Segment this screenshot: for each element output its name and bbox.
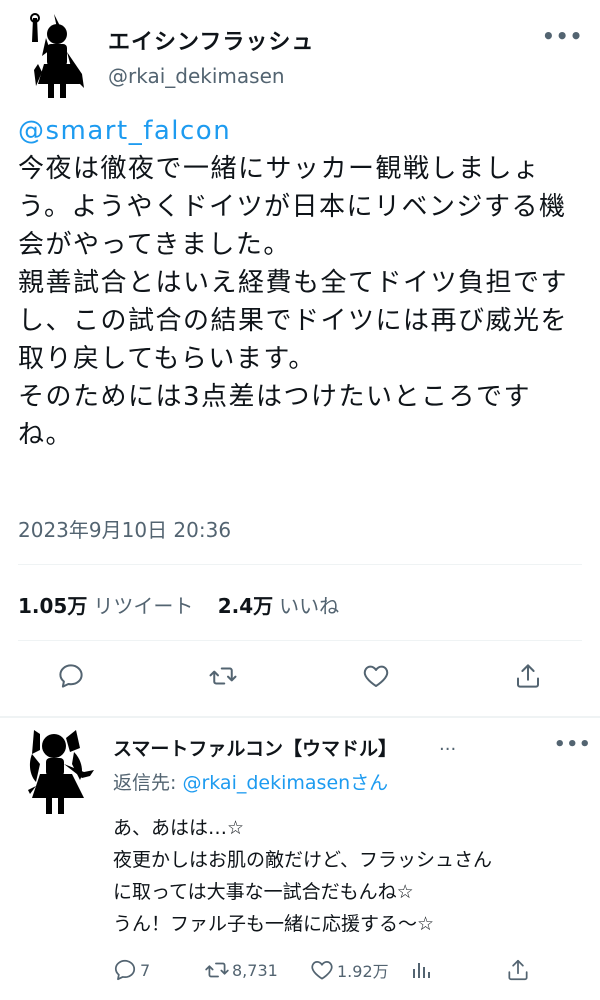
replying-to: 返信先: @rkai_dekimasenさん [113,768,388,795]
retweet-label[interactable]: リツイート [93,594,193,618]
reply-avatar[interactable] [24,724,98,816]
tweet-text: @smart_falcon 今夜は徹夜で一緒にサッカー観戦しましょ う。ようやく… [18,112,588,454]
reply-like-button[interactable]: 1.92万 [309,954,389,986]
like-count: 1.92万 [337,962,389,981]
divider [18,640,582,641]
tweet-line: そのためには3点差はつけたいところです [18,382,532,412]
like-icon [311,961,333,980]
avatar-silhouette-icon [30,13,84,98]
reply-icon [114,959,136,981]
share-button[interactable] [508,656,548,696]
like-count[interactable]: 2.4万 [218,594,273,618]
retweet-count[interactable]: 1.05万 [18,594,87,618]
reply-tweet[interactable]: スマートファルコン【ウマドル】 ... ••• 返信先: @rkai_dekim… [0,718,600,1000]
mention-link[interactable]: @smart_falcon [18,112,588,150]
tweet-line: 会がやってきました。 [18,230,291,260]
share-icon [517,664,539,688]
like-label[interactable]: いいね [279,594,339,618]
reply-button[interactable] [51,656,91,696]
analytics-button[interactable] [409,954,433,986]
reply-retweet-button[interactable]: 8,731 [204,954,278,986]
retweet-icon [209,667,237,685]
reply-actions: 7 8,731 1.92万 [0,954,600,990]
like-icon [363,665,389,687]
avatar-silhouette-icon [28,730,94,814]
replying-to-suffix: さん [350,772,389,794]
tweet-line: 親善試合とはいえ経費も全てドイツ負担です [18,268,569,298]
analytics-icon [413,963,430,978]
reply-text: あ、あはは…☆ 夜更かしはお肌の敵だけど、フラッシュさん に取っては大事な一試合… [113,812,583,940]
like-button[interactable] [356,656,396,696]
reply-line: 夜更かしはお肌の敵だけど、フラッシュさん [113,849,493,871]
reply-more-options-button[interactable]: ••• [554,734,592,755]
user-handle[interactable]: @rkai_dekimasen [108,64,285,88]
reply-line: あ、あはは…☆ [113,817,245,839]
tweet-line: 取り戻してもらいます。 [18,344,316,374]
retweet-icon [205,962,229,978]
tweet-line: ね。 [18,420,74,450]
replying-to-handle[interactable]: @rkai_dekimasen [182,772,350,794]
reply-display-name[interactable]: スマートファルコン【ウマドル】 [113,734,397,761]
reply-icon [59,664,83,688]
name-truncation: ... [439,734,457,755]
display-name[interactable]: エイシンフラッシュ [108,24,314,56]
tweet-stats: 1.05万 リツイート 2.4万 いいね [18,590,357,619]
retweet-count: 8,731 [232,960,278,980]
replying-to-prefix: 返信先: [113,772,183,794]
retweet-button[interactable] [203,656,243,696]
reply-line: に取っては大事な一試合だもんね☆ [113,881,414,903]
reply-share-button[interactable] [505,954,531,986]
reply-line: うん！ファル子も一緒に応援する〜☆ [113,913,435,935]
reply-reply-button[interactable]: 7 [112,954,150,986]
tweet-line: 今夜は徹夜で一緒にサッカー観戦しましょ [18,154,541,184]
reply-count: 7 [140,960,151,980]
tweet-line: う。ようやくドイツが日本にリベンジする機 [18,192,567,222]
timestamp[interactable]: 2023年9月10日 20:36 [18,514,231,543]
share-icon [508,959,528,981]
tweet-actions [0,656,600,704]
tweet-line: し、この試合の結果でドイツには再び威光を [18,306,569,336]
main-tweet: エイシンフラッシュ @rkai_dekimasen ••• @smart_fal… [0,0,600,716]
divider [18,564,582,565]
avatar[interactable] [24,12,90,100]
more-options-button[interactable]: ••• [542,24,583,48]
